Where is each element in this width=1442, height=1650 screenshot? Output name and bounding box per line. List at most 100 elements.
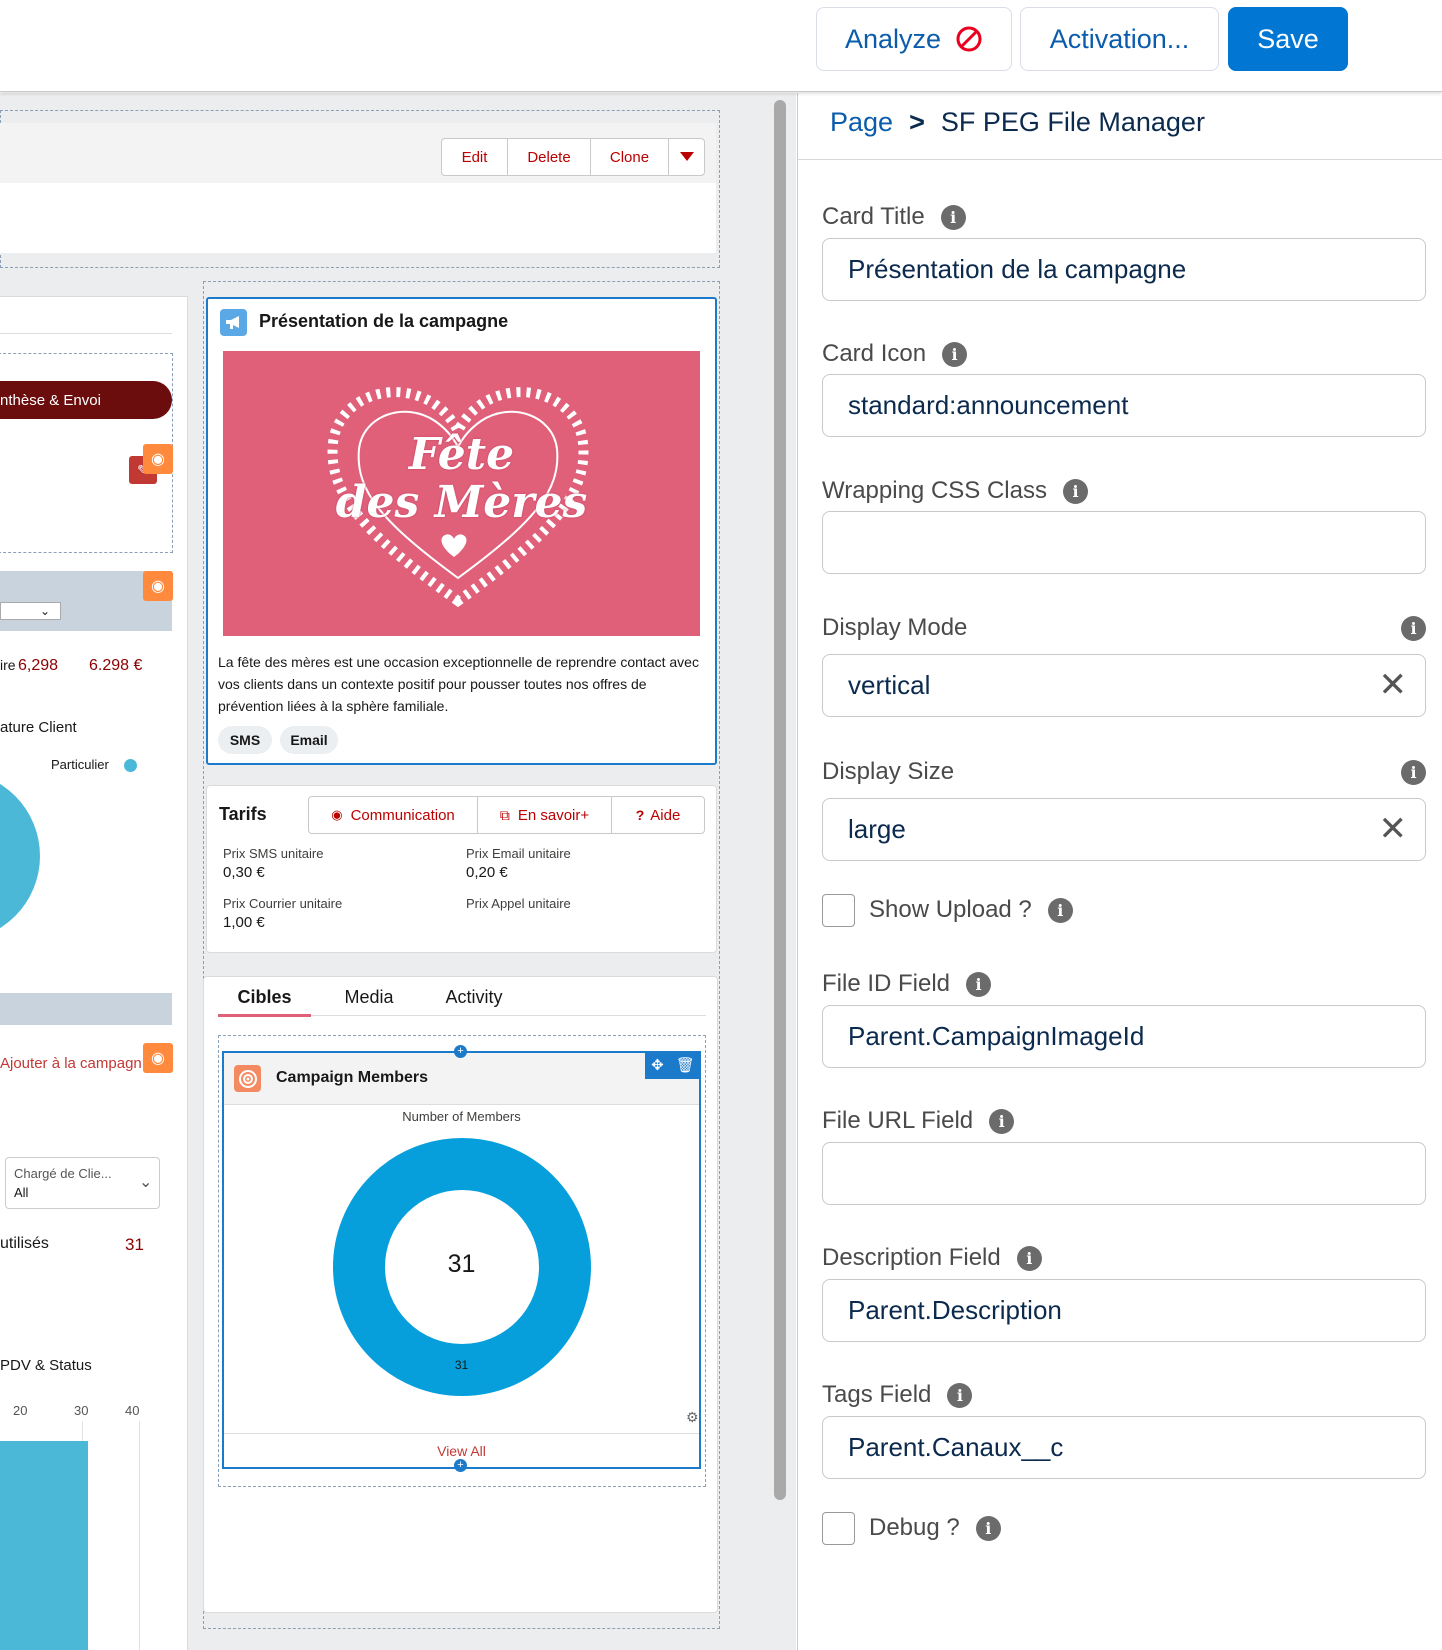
eye-icon[interactable]: ◉: [143, 1043, 173, 1073]
tags-field-input[interactable]: Parent.Canaux__c: [822, 1416, 1426, 1479]
analyze-label: Analyze: [844, 23, 942, 54]
breadcrumb-page-link[interactable]: Page: [830, 107, 893, 138]
chart-title: ature Client: [0, 719, 77, 736]
more-actions-button[interactable]: [669, 139, 704, 175]
field-value: 0,30 €: [223, 864, 265, 881]
tab-cibles[interactable]: Cibles: [218, 987, 311, 1017]
image-text-line2: des Mères: [335, 477, 588, 528]
card-title: Présentation de la campagne: [259, 311, 509, 331]
record-actions: Edit Delete Clone: [441, 138, 705, 176]
activation-button[interactable]: Activation...: [1020, 7, 1219, 71]
field-label: Prix Appel unitaire: [466, 896, 571, 911]
info-icon[interactable]: i: [1401, 615, 1426, 641]
divider: [0, 333, 172, 334]
help-button[interactable]: ? Aide: [612, 797, 704, 833]
used-value: 31: [125, 1235, 144, 1254]
path-step[interactable]: nthèse & Envoi: [0, 381, 172, 419]
add-component-icon[interactable]: +: [454, 1045, 467, 1058]
tags-field-label: Tags Field i: [822, 1381, 973, 1409]
filter-card: Chargé de Clie... All ⌄: [0, 1151, 162, 1215]
clone-button[interactable]: Clone: [591, 139, 669, 175]
info-icon[interactable]: i: [1401, 759, 1426, 785]
breadcrumb: Page > SF PEG File Manager: [830, 107, 1205, 138]
label-text: Display Mode: [822, 614, 968, 641]
presentation-card[interactable]: Présentation de la campagne Fête des Mèr…: [206, 297, 717, 765]
edit-button[interactable]: Edit: [442, 139, 508, 175]
clear-icon[interactable]: ✕: [1379, 668, 1408, 702]
canvas-scrollbar[interactable]: [774, 100, 786, 1500]
axis-tick: 30: [74, 1403, 89, 1418]
file-url-input[interactable]: [822, 1142, 1426, 1205]
info-icon[interactable]: i: [1016, 1245, 1042, 1271]
input-value: Parent.CampaignImageId: [848, 1021, 1145, 1051]
display-mode-label: Display Mode i: [822, 614, 1426, 642]
eye-icon[interactable]: ◉: [143, 444, 173, 474]
info-icon[interactable]: i: [975, 1515, 1001, 1541]
display-size-select[interactable]: large ✕: [822, 798, 1426, 861]
donut-center-value: 31: [447, 1250, 476, 1278]
tag-email: Email: [280, 726, 338, 754]
campaign-members-card[interactable]: Campaign Members ✥ 🗑 Number of Members 3…: [222, 1045, 701, 1472]
label-text: Show Upload ?: [869, 896, 1032, 923]
eye-icon[interactable]: ◉: [143, 571, 173, 601]
label-text: File ID Field: [822, 970, 951, 997]
save-button[interactable]: Save: [1228, 7, 1348, 71]
legend-marker: [124, 759, 137, 772]
gear-icon[interactable]: ⚙: [686, 1409, 699, 1426]
pie-slice: [0, 771, 40, 941]
field-label: Prix Email unitaire: [466, 846, 571, 861]
campaign-image: Fête des Mères: [223, 351, 700, 636]
move-icon[interactable]: ✥: [651, 1056, 664, 1074]
image-text-line1: Fête: [408, 429, 515, 480]
help-icon: ?: [635, 807, 645, 823]
axis-tick: 20: [13, 1403, 28, 1418]
wrapping-css-label: Wrapping CSS Class i: [822, 477, 1088, 505]
display-size-label: Display Size i: [822, 758, 1426, 786]
section-bar: [0, 993, 172, 1025]
input-value: Parent.Canaux__c: [848, 1432, 1064, 1462]
field-label: Prix Courrier unitaire: [223, 896, 343, 911]
filter-dropdown[interactable]: Chargé de Clie... All ⌄: [5, 1157, 160, 1209]
info-icon[interactable]: i: [966, 971, 992, 997]
card-title-input[interactable]: Présentation de la campagne: [822, 238, 1426, 301]
delete-icon[interactable]: 🗑: [676, 1056, 695, 1074]
info-icon[interactable]: i: [1062, 478, 1088, 504]
label-text: Card Icon: [822, 340, 927, 367]
card-icon-input[interactable]: standard:announcement: [822, 374, 1426, 437]
info-icon[interactable]: i: [989, 1108, 1015, 1134]
tab-media[interactable]: Media: [324, 987, 414, 1017]
show-upload-checkbox[interactable]: [822, 894, 855, 927]
learn-more-label: En savoir+: [517, 806, 590, 824]
used-card: utilisés 31: [0, 1220, 162, 1266]
eye-icon: ◉: [331, 807, 343, 822]
description-field-input[interactable]: Parent.Description: [822, 1279, 1426, 1342]
input-value: standard:announcement: [848, 390, 1129, 420]
info-icon[interactable]: i: [942, 341, 968, 367]
info-icon[interactable]: i: [940, 204, 966, 230]
clear-icon[interactable]: ✕: [1379, 812, 1408, 846]
component-controls: ✥ 🗑: [645, 1051, 701, 1079]
display-mode-select[interactable]: vertical ✕: [822, 654, 1426, 717]
debug-checkbox[interactable]: [822, 1512, 855, 1545]
add-component-icon[interactable]: +: [454, 1459, 467, 1472]
info-icon[interactable]: i: [1047, 897, 1073, 923]
bar-chart-title: PDV & Status: [0, 1357, 92, 1374]
file-id-input[interactable]: Parent.CampaignImageId: [822, 1005, 1426, 1068]
learn-more-button[interactable]: ⧉ En savoir+: [478, 797, 612, 833]
wrapping-css-input[interactable]: [822, 511, 1426, 574]
tarifs-card: Tarifs ◉ Communication ⧉ En savoir+ ? Ai…: [206, 785, 717, 953]
label-text: Display Size: [822, 758, 955, 785]
top-toolbar: Analyze Activation... Save: [0, 0, 1442, 92]
info-icon[interactable]: i: [947, 1382, 973, 1408]
select-dropdown[interactable]: ⌄: [0, 602, 61, 620]
view-all-link[interactable]: View All: [224, 1443, 699, 1459]
delete-button[interactable]: Delete: [508, 139, 591, 175]
analyze-button[interactable]: Analyze: [816, 7, 1012, 71]
communication-button[interactable]: ◉ Communication: [309, 797, 478, 833]
input-value: vertical: [848, 670, 931, 700]
chevron-down-icon: ⌄: [39, 604, 50, 618]
amount-currency: 6.298 €: [89, 657, 143, 674]
field-label: Prix SMS unitaire: [223, 846, 324, 861]
axis-tick: 40: [125, 1403, 140, 1418]
tab-activity[interactable]: Activity: [429, 987, 519, 1017]
